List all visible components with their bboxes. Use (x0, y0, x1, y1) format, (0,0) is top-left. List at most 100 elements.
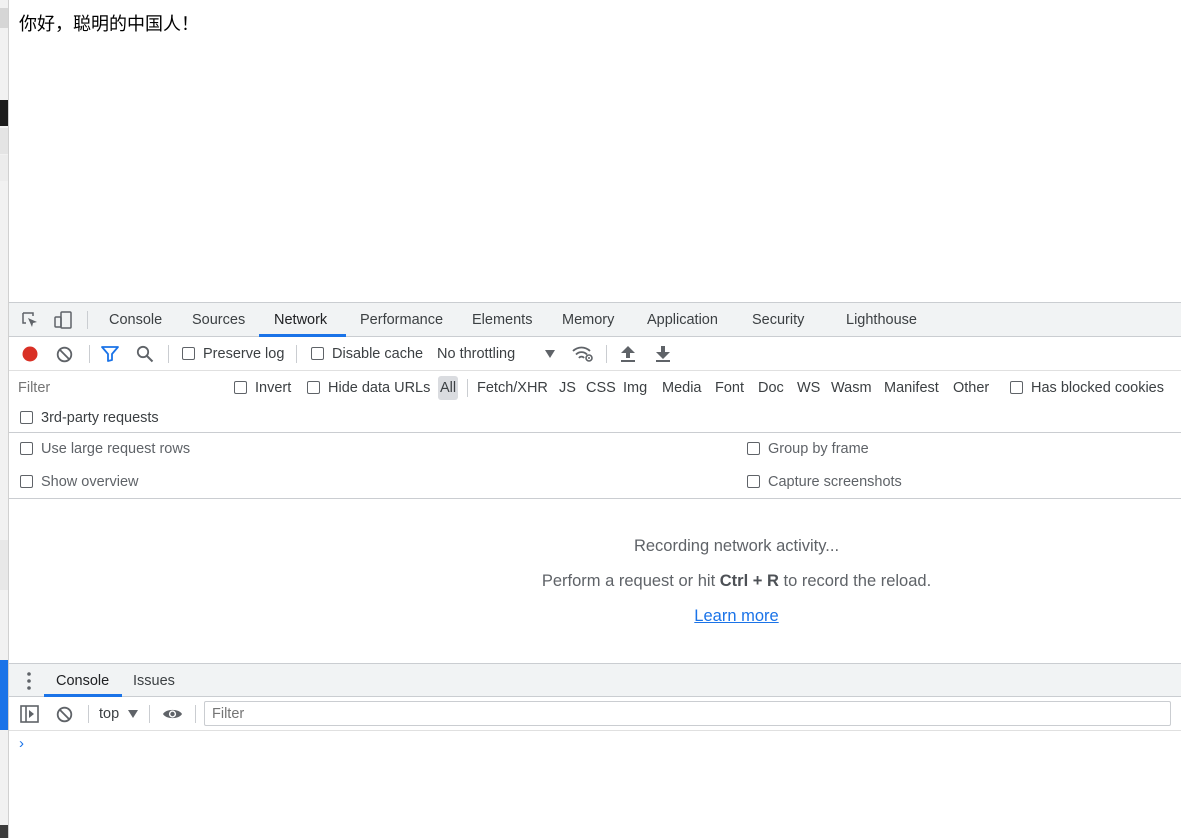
throttling-select[interactable]: No throttling (437, 337, 515, 371)
edge-block (0, 8, 8, 28)
type-filter-other[interactable]: Other (953, 376, 989, 400)
edge-block (0, 660, 8, 730)
disable-cache-label: Disable cache (332, 346, 424, 362)
chevron-down-icon[interactable] (545, 350, 555, 358)
console-filter-input[interactable] (204, 701, 1171, 726)
preserve-log-checkbox[interactable]: Preserve log (182, 337, 284, 371)
network-conditions-icon[interactable] (572, 345, 594, 363)
tab-security[interactable]: Security (752, 303, 804, 337)
network-filter-input[interactable] (13, 376, 218, 400)
tab-console[interactable]: Console (109, 303, 162, 337)
disable-cache-checkbox[interactable]: Disable cache (311, 337, 423, 371)
eye-icon[interactable] (162, 707, 183, 721)
type-filter-font[interactable]: Font (715, 376, 744, 400)
console-toolbar: top (9, 697, 1181, 731)
show-overview-checkbox[interactable]: Show overview (20, 471, 139, 493)
edge-block (0, 540, 8, 590)
separator (149, 705, 150, 723)
separator (467, 379, 468, 397)
has-blocked-cookies-label: Has blocked cookies (1031, 380, 1164, 396)
tab-memory[interactable]: Memory (562, 303, 614, 337)
type-filter-ws[interactable]: WS (797, 376, 820, 400)
reload-hint-suffix: to record the reload. (783, 572, 932, 590)
preserve-log-label: Preserve log (203, 346, 285, 362)
large-request-rows-checkbox[interactable]: Use large request rows (20, 438, 190, 460)
reload-hint-prefix: Perform a request or hit (541, 572, 716, 590)
devtools-panel: Console Sources Network Performance Elem… (9, 302, 1181, 838)
reload-shortcut: Ctrl + R (719, 572, 779, 590)
recording-message: Recording network activity... (633, 537, 840, 555)
large-request-rows-label: Use large request rows (41, 441, 191, 457)
tab-network[interactable]: Network (274, 303, 327, 337)
inspect-element-icon[interactable] (21, 311, 39, 329)
background-window-edge (0, 0, 9, 838)
import-har-icon[interactable] (621, 346, 635, 362)
learn-more-link[interactable]: Learn more (694, 607, 778, 625)
context-selector[interactable]: top (99, 697, 119, 731)
type-filter-css[interactable]: CSS (586, 376, 616, 400)
edge-block (0, 155, 8, 181)
type-filter-img[interactable]: Img (623, 376, 647, 400)
separator (296, 345, 297, 363)
network-settings-pane: Use large request rows Show overview Gro… (9, 433, 1181, 499)
drawer-tab-console[interactable]: Console (56, 664, 109, 696)
third-party-requests-checkbox[interactable]: 3rd-party requests (20, 404, 159, 432)
separator (168, 345, 169, 363)
checkbox-box[interactable] (20, 475, 33, 488)
hide-data-urls-label: Hide data URLs (328, 380, 431, 396)
tab-application[interactable]: Application (647, 303, 718, 337)
devtools-tab-bar: Console Sources Network Performance Elem… (9, 303, 1181, 337)
type-filter-all[interactable]: All (438, 376, 459, 400)
checkbox-box[interactable] (747, 442, 760, 455)
type-filter-doc[interactable]: Doc (758, 376, 784, 400)
separator (87, 311, 88, 329)
checkbox-box[interactable] (1010, 381, 1023, 394)
tab-elements[interactable]: Elements (472, 303, 532, 337)
throttling-value: No throttling (437, 346, 516, 362)
type-filter-wasm[interactable]: Wasm (831, 376, 872, 400)
tab-performance[interactable]: Performance (360, 303, 443, 337)
chevron-down-icon[interactable] (128, 710, 138, 718)
group-by-frame-checkbox[interactable]: Group by frame (747, 438, 869, 460)
export-har-icon[interactable] (656, 346, 670, 362)
hide-data-urls-checkbox[interactable]: Hide data URLs (307, 374, 430, 402)
console-input-area[interactable]: › (9, 731, 1181, 838)
drawer-tab-issues[interactable]: Issues (133, 664, 175, 696)
tab-lighthouse[interactable]: Lighthouse (846, 303, 917, 337)
edge-block (0, 128, 8, 154)
checkbox-box[interactable] (747, 475, 760, 488)
sidebar-toggle-icon[interactable] (20, 705, 39, 723)
has-blocked-cookies-checkbox[interactable]: Has blocked cookies (1010, 374, 1164, 402)
invert-checkbox[interactable]: Invert (234, 374, 291, 402)
drawer-tab-bar: Console Issues (9, 663, 1181, 697)
checkbox-box[interactable] (234, 381, 247, 394)
search-icon[interactable] (136, 345, 154, 363)
checkbox-box[interactable] (20, 411, 33, 424)
filter-icon[interactable] (101, 346, 119, 362)
tab-sources[interactable]: Sources (192, 303, 245, 337)
edge-block (0, 100, 8, 126)
checkbox-box[interactable] (20, 442, 33, 455)
type-filter-media[interactable]: Media (662, 376, 702, 400)
device-toolbar-icon[interactable] (53, 310, 73, 330)
console-prompt-icon: › (19, 735, 24, 752)
clear-console-icon[interactable] (56, 706, 73, 723)
third-party-requests-label: 3rd-party requests (41, 410, 159, 426)
page-viewport: 你好，聪明的中国人！ (9, 0, 1181, 302)
separator (606, 345, 607, 363)
edge-block (0, 825, 8, 838)
learn-more-row: Learn more (9, 607, 1181, 626)
more-options-icon[interactable] (27, 672, 31, 690)
type-filter-js[interactable]: JS (559, 376, 576, 400)
checkbox-box[interactable] (307, 381, 320, 394)
network-filter-bar: Invert Hide data URLs All Fetch/XHR JS C… (9, 371, 1181, 433)
type-filter-manifest[interactable]: Manifest (884, 376, 939, 400)
clear-icon[interactable] (56, 346, 73, 363)
checkbox-box[interactable] (311, 347, 324, 360)
separator (89, 345, 90, 363)
capture-screenshots-checkbox[interactable]: Capture screenshots (747, 471, 902, 493)
record-icon[interactable] (22, 346, 38, 362)
network-empty-state: Recording network activity... Perform a … (9, 499, 1181, 663)
checkbox-box[interactable] (182, 347, 195, 360)
type-filter-fetch-xhr[interactable]: Fetch/XHR (477, 376, 548, 400)
